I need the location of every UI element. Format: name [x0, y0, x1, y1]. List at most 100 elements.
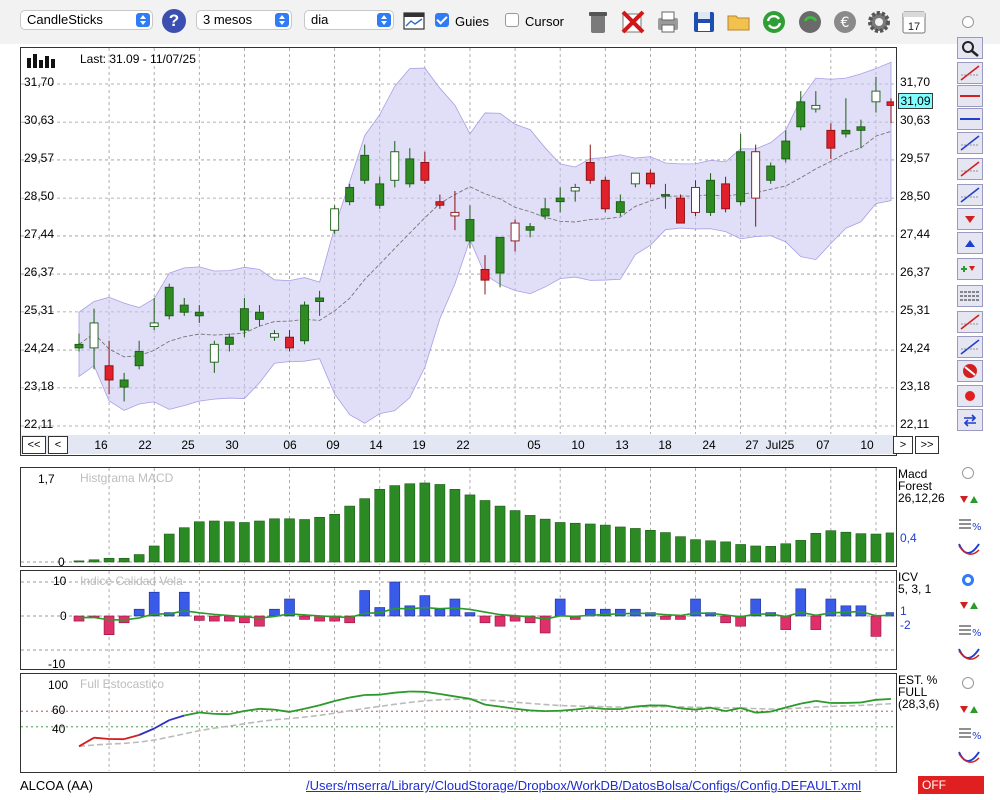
icv-bar — [434, 608, 446, 617]
icv-legend: ICV 5, 3, 1 — [898, 571, 931, 595]
nav-first-button[interactable]: << — [22, 436, 46, 454]
x-tick-label: 19 — [412, 438, 426, 452]
record-icon[interactable] — [957, 385, 983, 407]
stoch-legend: EST. % FULL (28,3,6) — [898, 674, 939, 710]
stoch-k-segment — [620, 705, 636, 710]
macd-bar — [209, 520, 220, 563]
radio-icv[interactable] — [962, 574, 974, 586]
arrow-up-icon[interactable] — [957, 232, 983, 254]
macd-bar — [103, 557, 115, 563]
fibonacci-icon[interactable] — [957, 132, 983, 154]
print-icon[interactable] — [655, 9, 681, 35]
macd-bar — [615, 526, 626, 563]
arrow-down-icon[interactable] — [957, 208, 983, 230]
y-tick-label: 31,70 — [24, 75, 55, 89]
macd-bar — [344, 505, 355, 563]
trendline-icon[interactable] — [957, 158, 983, 180]
y-tick-label: 29,57 — [24, 150, 55, 165]
trend-indicator-icon[interactable] — [957, 62, 983, 84]
nav-prev-button[interactable]: < — [48, 436, 68, 454]
chart-window-icon[interactable] — [403, 11, 425, 31]
folder-icon[interactable] — [726, 9, 752, 35]
stoch-d-line — [78, 698, 892, 748]
macd-bar — [449, 489, 461, 563]
x-tick-label: 22 — [138, 438, 152, 452]
macd-bar — [870, 533, 882, 563]
macd-bar — [479, 500, 491, 563]
download-icon[interactable] — [797, 9, 823, 35]
nav-last-button[interactable]: >> — [915, 436, 939, 454]
horizontal-red-line-icon[interactable] — [957, 85, 983, 107]
swap-icon[interactable] — [957, 409, 983, 431]
macd-bar — [163, 533, 175, 563]
x-tick-label: Jul25 — [765, 438, 795, 452]
horizontal-blue-line-icon[interactable] — [957, 108, 983, 130]
icv-value-2: -2 — [900, 618, 911, 632]
icv-percent-icon[interactable]: % — [957, 620, 983, 642]
grid-lines-icon[interactable] — [957, 285, 983, 307]
icv-arrows-icon[interactable] — [957, 596, 983, 618]
stop-icon[interactable] — [957, 360, 983, 382]
euro-icon[interactable]: € — [832, 9, 858, 35]
icv-bar — [404, 605, 416, 617]
radio-main[interactable] — [962, 16, 974, 28]
stoch-k-segment — [138, 727, 155, 736]
price-chart[interactable] — [21, 48, 894, 434]
refresh-icon[interactable] — [761, 9, 787, 35]
x-tick-label: 16 — [94, 438, 108, 452]
macd-bar — [735, 544, 746, 563]
chart-type-select[interactable]: CandleSticks — [20, 10, 153, 30]
macd-bar — [299, 519, 310, 563]
trash-icon[interactable] — [585, 9, 611, 35]
macd-curve-icon[interactable] — [957, 540, 983, 562]
save-icon[interactable] — [691, 9, 717, 35]
y-tick-label: 31,70 — [900, 75, 931, 89]
radio-macd[interactable] — [962, 467, 974, 479]
scale-percent-icon[interactable] — [957, 311, 983, 333]
icv-bar — [133, 608, 145, 617]
y-tick-label: 25,31 — [900, 302, 931, 317]
add-markers-icon[interactable] — [957, 258, 983, 280]
off-indicator[interactable]: OFF — [918, 776, 984, 794]
symbol-label: ALCOA (AA) — [20, 778, 93, 793]
macd-title: Histgrama MACD — [80, 471, 174, 485]
y-tick-label: 29,57 — [900, 150, 931, 165]
guides-checkbox[interactable] — [435, 13, 449, 27]
icv-title: Indice Calidad Vela — [80, 574, 183, 588]
macd-bar — [750, 545, 761, 563]
volume-bars-icon[interactable] — [26, 50, 60, 68]
icv-bar — [810, 615, 822, 630]
percent-lines-icon[interactable] — [957, 336, 983, 358]
icv-curve-icon[interactable] — [957, 645, 983, 667]
nav-next-button[interactable]: > — [893, 436, 913, 454]
settings-icon[interactable] — [866, 9, 892, 35]
interval-select[interactable]: dia — [304, 10, 394, 30]
cursor-checkbox[interactable] — [505, 13, 519, 27]
period-select[interactable]: 3 mesos — [196, 10, 292, 30]
macd-bar — [584, 523, 596, 563]
macd-arrows-icon[interactable] — [957, 490, 983, 512]
macd-bar — [599, 524, 611, 563]
candle — [164, 283, 174, 320]
macd-legend: Macd Forest 26,12,26 — [898, 468, 945, 504]
candle — [736, 133, 746, 206]
stoch-curve-icon[interactable] — [957, 748, 983, 770]
svg-text:%: % — [972, 731, 981, 742]
calendar-icon[interactable]: 17 — [901, 9, 927, 35]
icv-bar — [224, 615, 235, 622]
stoch-title: Full Estocastico — [80, 677, 165, 691]
macd-percent-icon[interactable]: % — [957, 514, 983, 536]
zoom-tool-icon[interactable] — [957, 37, 983, 59]
stoch-k-segment — [123, 734, 140, 741]
config-path-link[interactable]: /Users/mserra/Library/CloudStorage/Dropb… — [306, 778, 861, 793]
macd-bar — [705, 540, 716, 563]
delete-icon[interactable] — [620, 9, 646, 35]
candle — [600, 176, 610, 213]
radio-stoch[interactable] — [962, 677, 974, 689]
stoch-arrows-icon[interactable] — [957, 700, 983, 722]
y-tick-label: 28,50 — [900, 189, 931, 204]
stoch-percent-icon[interactable]: % — [957, 723, 983, 745]
help-icon[interactable]: ? — [162, 9, 186, 33]
sigma-line-icon[interactable] — [957, 184, 983, 206]
stoch-k-segment — [319, 700, 335, 707]
